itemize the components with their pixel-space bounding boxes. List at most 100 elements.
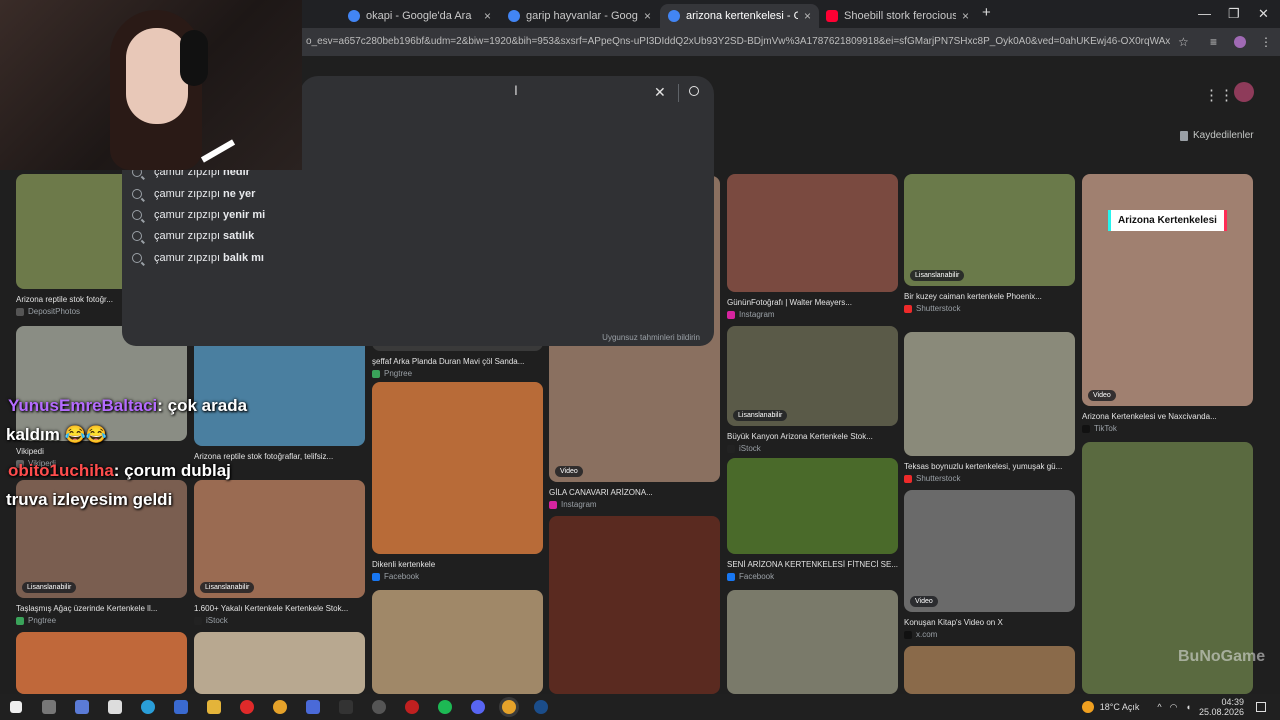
search-input[interactable]: I ✕ xyxy=(300,76,714,110)
chrome-active-icon[interactable] xyxy=(502,700,516,714)
notification-icon[interactable] xyxy=(1256,702,1266,712)
clock[interactable]: 04:39 25.08.2026 xyxy=(1199,697,1244,717)
extension-icon[interactable] xyxy=(1234,36,1246,48)
close-tab-icon[interactable]: × xyxy=(804,9,811,23)
wifi-icon[interactable]: ◠ xyxy=(1170,702,1178,713)
maximize-button[interactable]: ❐ xyxy=(1228,6,1240,22)
result-badge: Lisanslanabilir xyxy=(910,270,965,281)
windows-taskbar: 18°C Açık ^ ◠ ◖ 04:39 25.08.2026 xyxy=(0,694,1280,720)
image-result-thumbnail[interactable] xyxy=(727,458,898,554)
result-caption[interactable]: Taşlaşmış Ağaç üzerinde Kertenkele ll... xyxy=(16,604,187,613)
result-caption[interactable]: GİLA CANAVARI ARİZONA... xyxy=(549,488,720,497)
opera-icon[interactable] xyxy=(240,700,254,714)
image-result-thumbnail[interactable] xyxy=(16,632,187,694)
image-result-thumbnail[interactable] xyxy=(549,516,720,694)
source-name: Shutterstock xyxy=(916,474,961,483)
close-tab-icon[interactable]: × xyxy=(484,9,491,23)
store-icon[interactable] xyxy=(108,700,122,714)
steam-icon[interactable] xyxy=(534,700,548,714)
reading-list-icon[interactable]: ≡ xyxy=(1210,35,1217,49)
image-result-thumbnail[interactable]: Video xyxy=(1082,174,1253,406)
app-icon[interactable] xyxy=(306,700,320,714)
chrome-icon[interactable] xyxy=(273,700,287,714)
suggestion-item[interactable]: çamur zıpzıpı balık mı xyxy=(132,248,264,268)
task-view-icon[interactable] xyxy=(42,700,56,714)
image-result-thumbnail[interactable] xyxy=(904,646,1075,694)
result-caption[interactable]: Arizona reptile stok fotoğraflar, telifs… xyxy=(194,452,365,461)
suggestion-item[interactable]: çamur zıpzıpı ne yer xyxy=(132,184,255,204)
result-caption[interactable]: 1.600+ Yakalı Kertenkele Kertenkele Stok… xyxy=(194,604,365,613)
volume-icon[interactable]: ◖ xyxy=(1186,702,1191,712)
result-badge: Video xyxy=(910,596,938,607)
new-tab-button[interactable]: + xyxy=(982,4,991,21)
result-source[interactable]: Instagram xyxy=(549,500,597,509)
image-result-thumbnail[interactable]: Video xyxy=(904,490,1075,612)
close-tab-icon[interactable]: × xyxy=(644,9,651,23)
result-source[interactable]: Pngtree xyxy=(16,616,56,625)
edge-icon[interactable] xyxy=(141,700,155,714)
close-window-button[interactable]: ✕ xyxy=(1258,6,1269,22)
result-source[interactable]: x.com xyxy=(904,630,937,639)
result-caption[interactable]: Bir kuzey caiman kertenkele Phoenix... xyxy=(904,292,1075,301)
result-source[interactable]: Facebook xyxy=(727,572,774,581)
result-source[interactable]: Shutterstock xyxy=(904,474,960,483)
result-caption[interactable]: Dikenli kertenkele xyxy=(372,560,543,569)
windows-start-icon[interactable] xyxy=(10,701,22,713)
tab-okapi[interactable]: okapi - Google'da Ara × xyxy=(340,4,499,28)
url-field[interactable]: o_esv=a657c280beb196bf&udm=2&biw=1920&bi… xyxy=(306,36,1170,47)
image-result-thumbnail[interactable] xyxy=(904,332,1075,456)
menu-icon[interactable]: ⋮ xyxy=(1260,35,1272,49)
spotify-icon[interactable] xyxy=(438,700,452,714)
tab-arizona-kertenkelesi[interactable]: arizona kertenkelesi - Google'da × xyxy=(660,4,820,28)
bookmark-star-icon[interactable]: ☆ xyxy=(1178,35,1189,49)
source-name: iStock xyxy=(739,444,761,453)
google-icon xyxy=(508,10,520,22)
tab-shoebill[interactable]: Shoebill stork ferocious sound × xyxy=(818,4,977,28)
obs-icon[interactable] xyxy=(372,700,386,714)
clear-search-icon[interactable]: ✕ xyxy=(654,84,666,101)
result-source[interactable]: Pngtree xyxy=(372,369,412,378)
result-caption[interactable]: SENİ ARİZONA KERTENKELESİ FİTNECİ SE... xyxy=(727,560,898,569)
result-source[interactable]: Shutterstock xyxy=(904,304,960,313)
avatar[interactable] xyxy=(1234,82,1254,102)
image-result-thumbnail[interactable]: Lisanslanabilir xyxy=(904,174,1075,286)
result-caption[interactable]: Konuşan Kitap's Video on X xyxy=(904,618,1075,627)
chevron-up-icon[interactable]: ^ xyxy=(1157,702,1161,712)
result-caption[interactable]: şeffaf Arka Planda Duran Mavi çöl Sanda.… xyxy=(372,357,543,366)
result-source[interactable]: Instagram xyxy=(727,310,775,319)
result-caption[interactable]: Arizona Kertenkelesi ve Naxcivanda... xyxy=(1082,412,1253,421)
mail-icon[interactable] xyxy=(174,700,188,714)
minimize-button[interactable]: — xyxy=(1198,6,1211,21)
discord-icon[interactable] xyxy=(471,700,485,714)
result-source[interactable]: DepositPhotos xyxy=(16,307,80,316)
result-caption[interactable]: GününFotoğrafı | Walter Meayers... xyxy=(727,298,898,307)
result-caption[interactable]: Vikipedi xyxy=(16,447,187,456)
image-result-thumbnail[interactable] xyxy=(727,174,898,292)
image-result-thumbnail[interactable]: Lisanslanabilir xyxy=(727,326,898,426)
result-source[interactable]: iStock xyxy=(727,444,761,453)
image-result-thumbnail[interactable] xyxy=(727,590,898,694)
result-caption[interactable]: Teksas boynuzlu kertenkelesi, yumuşak gü… xyxy=(904,462,1075,471)
result-source[interactable]: TikTok xyxy=(1082,424,1117,433)
tab-garip-hayvanlar[interactable]: garip hayvanlar - Google'da Ara × xyxy=(500,4,659,28)
record-icon[interactable] xyxy=(405,700,419,714)
suggestion-item[interactable]: çamur zıpzıpı yenir mi xyxy=(132,205,265,225)
result-source[interactable]: iStock xyxy=(194,616,228,625)
search-icon[interactable] xyxy=(689,86,699,96)
report-predictions-link[interactable]: Uygunsuz tahminleri bildirin xyxy=(602,333,700,342)
source-name: DepositPhotos xyxy=(28,307,81,316)
image-result-thumbnail[interactable] xyxy=(372,382,543,554)
image-result-thumbnail[interactable] xyxy=(372,590,543,694)
saved-link[interactable]: Kaydedilenler xyxy=(1180,130,1254,141)
image-result-thumbnail[interactable]: Lisanslanabilir xyxy=(194,480,365,598)
file-explorer-icon[interactable] xyxy=(207,700,221,714)
result-caption[interactable]: Büyük Kanyon Arizona Kertenkele Stok... xyxy=(727,432,898,441)
close-tab-icon[interactable]: × xyxy=(962,9,969,23)
result-source[interactable]: Facebook xyxy=(372,572,419,581)
epic-games-icon[interactable] xyxy=(339,700,353,714)
copilot-icon[interactable] xyxy=(75,700,89,714)
suggestion-item[interactable]: çamur zıpzıpı satılık xyxy=(132,226,254,246)
apps-grid-icon[interactable]: ⋮⋮ xyxy=(1204,86,1234,104)
image-result-thumbnail[interactable] xyxy=(194,632,365,694)
weather-text[interactable]: 18°C Açık xyxy=(1100,702,1140,712)
